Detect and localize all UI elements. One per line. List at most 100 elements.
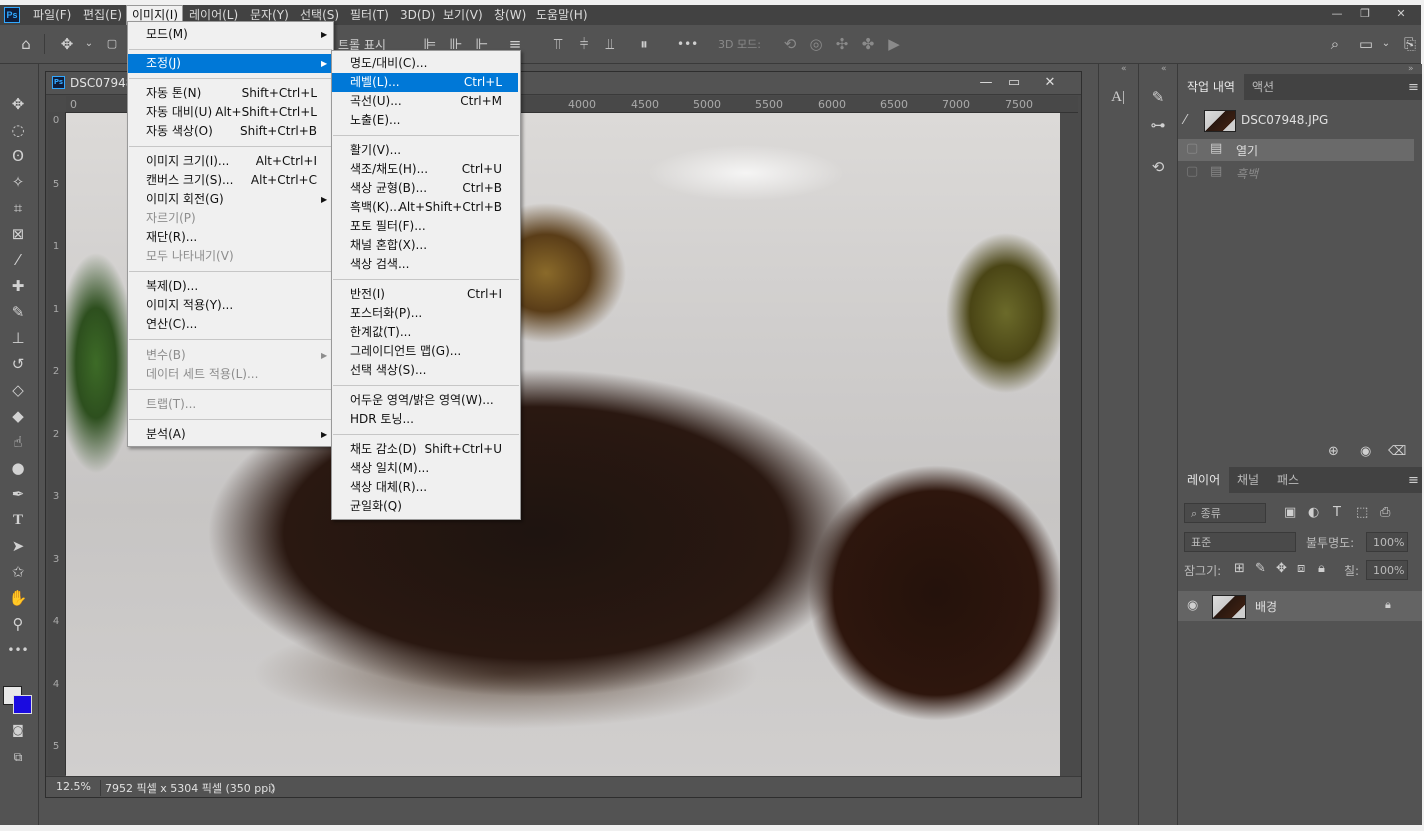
share-icon[interactable]: ⎘: [1400, 34, 1420, 54]
adjust-selective-color[interactable]: 선택 색상(S)...: [332, 361, 518, 380]
3d-pan-icon[interactable]: ✣: [832, 34, 852, 54]
adjust-match-color[interactable]: 색상 일치(M)...: [332, 459, 518, 478]
3d-slide-icon[interactable]: ✤: [858, 34, 878, 54]
move-tool-icon[interactable]: ✥: [5, 93, 31, 115]
quick-mask-icon[interactable]: ◙: [5, 719, 31, 741]
workspace-chevron-icon[interactable]: ⌄: [1376, 34, 1396, 54]
lock-position-icon[interactable]: ✥: [1276, 561, 1287, 576]
workspace-icon[interactable]: ▭: [1356, 34, 1376, 54]
distribute-top-icon[interactable]: ⫪: [548, 34, 568, 54]
adjust-threshold[interactable]: 한계값(T)...: [332, 323, 518, 342]
adjust-black-white[interactable]: 흑백(K)... Alt+Shift+Ctrl+B: [332, 198, 518, 217]
edit-toolbar-icon[interactable]: •••: [5, 639, 31, 661]
history-step[interactable]: ▢ ▤ 흑백: [1178, 162, 1414, 184]
path-selection-tool-icon[interactable]: ➤: [5, 535, 31, 557]
collapse-icon[interactable]: «: [1161, 64, 1167, 74]
camera-icon[interactable]: ◉: [1360, 444, 1371, 459]
zoom-level[interactable]: 12.5%: [56, 780, 91, 793]
visibility-eye-icon[interactable]: ◉: [1187, 598, 1198, 613]
image-menu-auto-color[interactable]: 자동 색상(O) Shift+Ctrl+B: [128, 122, 331, 141]
distribute-horizontal-icon[interactable]: ⏸: [634, 34, 654, 54]
magic-wand-tool-icon[interactable]: ✧: [5, 171, 31, 193]
paint-bucket-tool-icon[interactable]: ◆: [5, 405, 31, 427]
image-menu-calculations[interactable]: 연산(C)...: [128, 315, 331, 334]
status-menu-chevron-icon[interactable]: 〉: [270, 780, 281, 796]
marquee-tool-icon[interactable]: ◌: [5, 119, 31, 141]
3d-orbit-icon[interactable]: ⟲: [780, 34, 800, 54]
image-menu-crop[interactable]: 자르기(P): [128, 209, 331, 228]
fill-input[interactable]: 100%: [1366, 560, 1408, 580]
adjust-vibrance[interactable]: 활기(V)...: [332, 141, 518, 160]
adjust-equalize[interactable]: 균일화(Q): [332, 497, 518, 516]
image-menu-rotation[interactable]: 이미지 회전(G) ▶: [128, 190, 331, 209]
image-menu-apply-data-set[interactable]: 데이터 세트 적용(L)...: [128, 365, 331, 384]
background-color-swatch[interactable]: [13, 695, 32, 714]
home-icon[interactable]: ⌂: [16, 34, 36, 54]
adjust-shadows-highlights[interactable]: 어두운 영역/밝은 영역(W)...: [332, 391, 518, 410]
menu-help[interactable]: 도움말(H): [531, 5, 593, 25]
image-menu-duplicate[interactable]: 복제(D)...: [128, 277, 331, 296]
image-menu-auto-tone[interactable]: 자동 톤(N) Shift+Ctrl+L: [128, 84, 331, 103]
image-menu-trim[interactable]: 재단(R)...: [128, 228, 331, 247]
filter-adjustment-icon[interactable]: ◐: [1308, 505, 1319, 520]
panel-menu-icon[interactable]: ≡: [1408, 473, 1419, 488]
image-menu-variables[interactable]: 변수(B) ▶: [128, 346, 331, 365]
tab-layers[interactable]: 레이어: [1178, 467, 1230, 493]
distribute-bottom-icon[interactable]: ⫫: [600, 34, 620, 54]
doc-close-button[interactable]: ✕: [1038, 74, 1062, 92]
adjust-channel-mixer[interactable]: 채널 혼합(X)...: [332, 236, 518, 255]
checkbox-icon[interactable]: ▢: [1186, 141, 1198, 156]
lasso-tool-icon[interactable]: ʘ: [5, 145, 31, 167]
search-icon[interactable]: ⌕: [1325, 34, 1345, 54]
adjust-hdr-toning[interactable]: HDR 토닝...: [332, 410, 518, 429]
menu-file[interactable]: 파일(F): [28, 5, 76, 25]
history-brush-source-icon[interactable]: ⁄: [1184, 113, 1186, 128]
eraser-tool-icon[interactable]: ◇: [5, 379, 31, 401]
app-restore-button[interactable]: ❐: [1352, 7, 1378, 21]
image-menu-adjustments[interactable]: 조정(J) ▶: [128, 54, 331, 73]
layer-row-background[interactable]: ◉ 배경 🔒︎: [1178, 591, 1422, 621]
shape-tool-icon[interactable]: ✩: [5, 561, 31, 583]
lock-pixels-icon[interactable]: ✎: [1255, 561, 1266, 576]
tab-paths[interactable]: 패스: [1268, 467, 1308, 493]
adjust-levels[interactable]: 레벨(L)... Ctrl+L: [332, 73, 518, 92]
3d-roll-icon[interactable]: ◎: [806, 34, 826, 54]
blend-mode-select[interactable]: 표준: [1184, 532, 1296, 552]
adjust-hue-saturation[interactable]: 색조/채도(H)... Ctrl+U: [332, 160, 518, 179]
move-tool-preset-icon[interactable]: ✥: [57, 34, 77, 54]
filter-pixel-icon[interactable]: ▣: [1284, 505, 1296, 520]
filter-type-icon[interactable]: T: [1333, 505, 1341, 520]
history-snapshot[interactable]: ⁄ DSC07948.JPG: [1178, 110, 1414, 132]
new-document-from-state-icon[interactable]: ⊕: [1328, 444, 1339, 459]
adjust-color-balance[interactable]: 색상 균형(B)... Ctrl+B: [332, 179, 518, 198]
menu-view[interactable]: 보기(V): [438, 5, 488, 25]
collapse-icon[interactable]: «: [1121, 64, 1127, 74]
adjust-posterize[interactable]: 포스터화(P)...: [332, 304, 518, 323]
image-menu-trap[interactable]: 트랩(T)...: [128, 395, 331, 414]
image-menu-image-size[interactable]: 이미지 크기(I)... Alt+Ctrl+I: [128, 152, 331, 171]
adjust-photo-filter[interactable]: 포토 필터(F)...: [332, 217, 518, 236]
healing-brush-tool-icon[interactable]: ✚: [5, 275, 31, 297]
filter-shape-icon[interactable]: ⬚: [1356, 505, 1368, 520]
checkbox-icon[interactable]: ▢: [102, 34, 122, 54]
menu-window[interactable]: 창(W): [489, 5, 531, 25]
distribute-middle-icon[interactable]: ⫩: [574, 34, 594, 54]
crop-tool-icon[interactable]: ⌗: [5, 197, 31, 219]
checkbox-icon[interactable]: ▢: [1186, 164, 1198, 179]
adjust-color-lookup[interactable]: 색상 검색...: [332, 255, 518, 274]
tab-history[interactable]: 작업 내역: [1178, 74, 1244, 100]
trash-icon[interactable]: ⌫: [1388, 444, 1406, 459]
menu-edit[interactable]: 편집(E): [78, 5, 127, 25]
3d-scale-icon[interactable]: ▶: [884, 34, 904, 54]
doc-restore-button[interactable]: ▭: [1002, 74, 1026, 92]
zoom-tool-icon[interactable]: ⚲: [5, 613, 31, 635]
image-menu-canvas-size[interactable]: 캔버스 크기(S)... Alt+Ctrl+C: [128, 171, 331, 190]
menu-filter[interactable]: 필터(T): [345, 5, 394, 25]
image-menu-apply-image[interactable]: 이미지 적용(Y)...: [128, 296, 331, 315]
chevron-down-icon[interactable]: ⌄: [79, 34, 99, 54]
adjust-desaturate[interactable]: 채도 감소(D) Shift+Ctrl+U: [332, 440, 518, 459]
tab-actions[interactable]: 액션: [1243, 74, 1283, 100]
history-states-icon[interactable]: ⟲: [1145, 154, 1171, 180]
adjustments-icon[interactable]: ⊶: [1145, 112, 1171, 138]
history-step[interactable]: ▢ ▤ 열기: [1178, 139, 1414, 161]
